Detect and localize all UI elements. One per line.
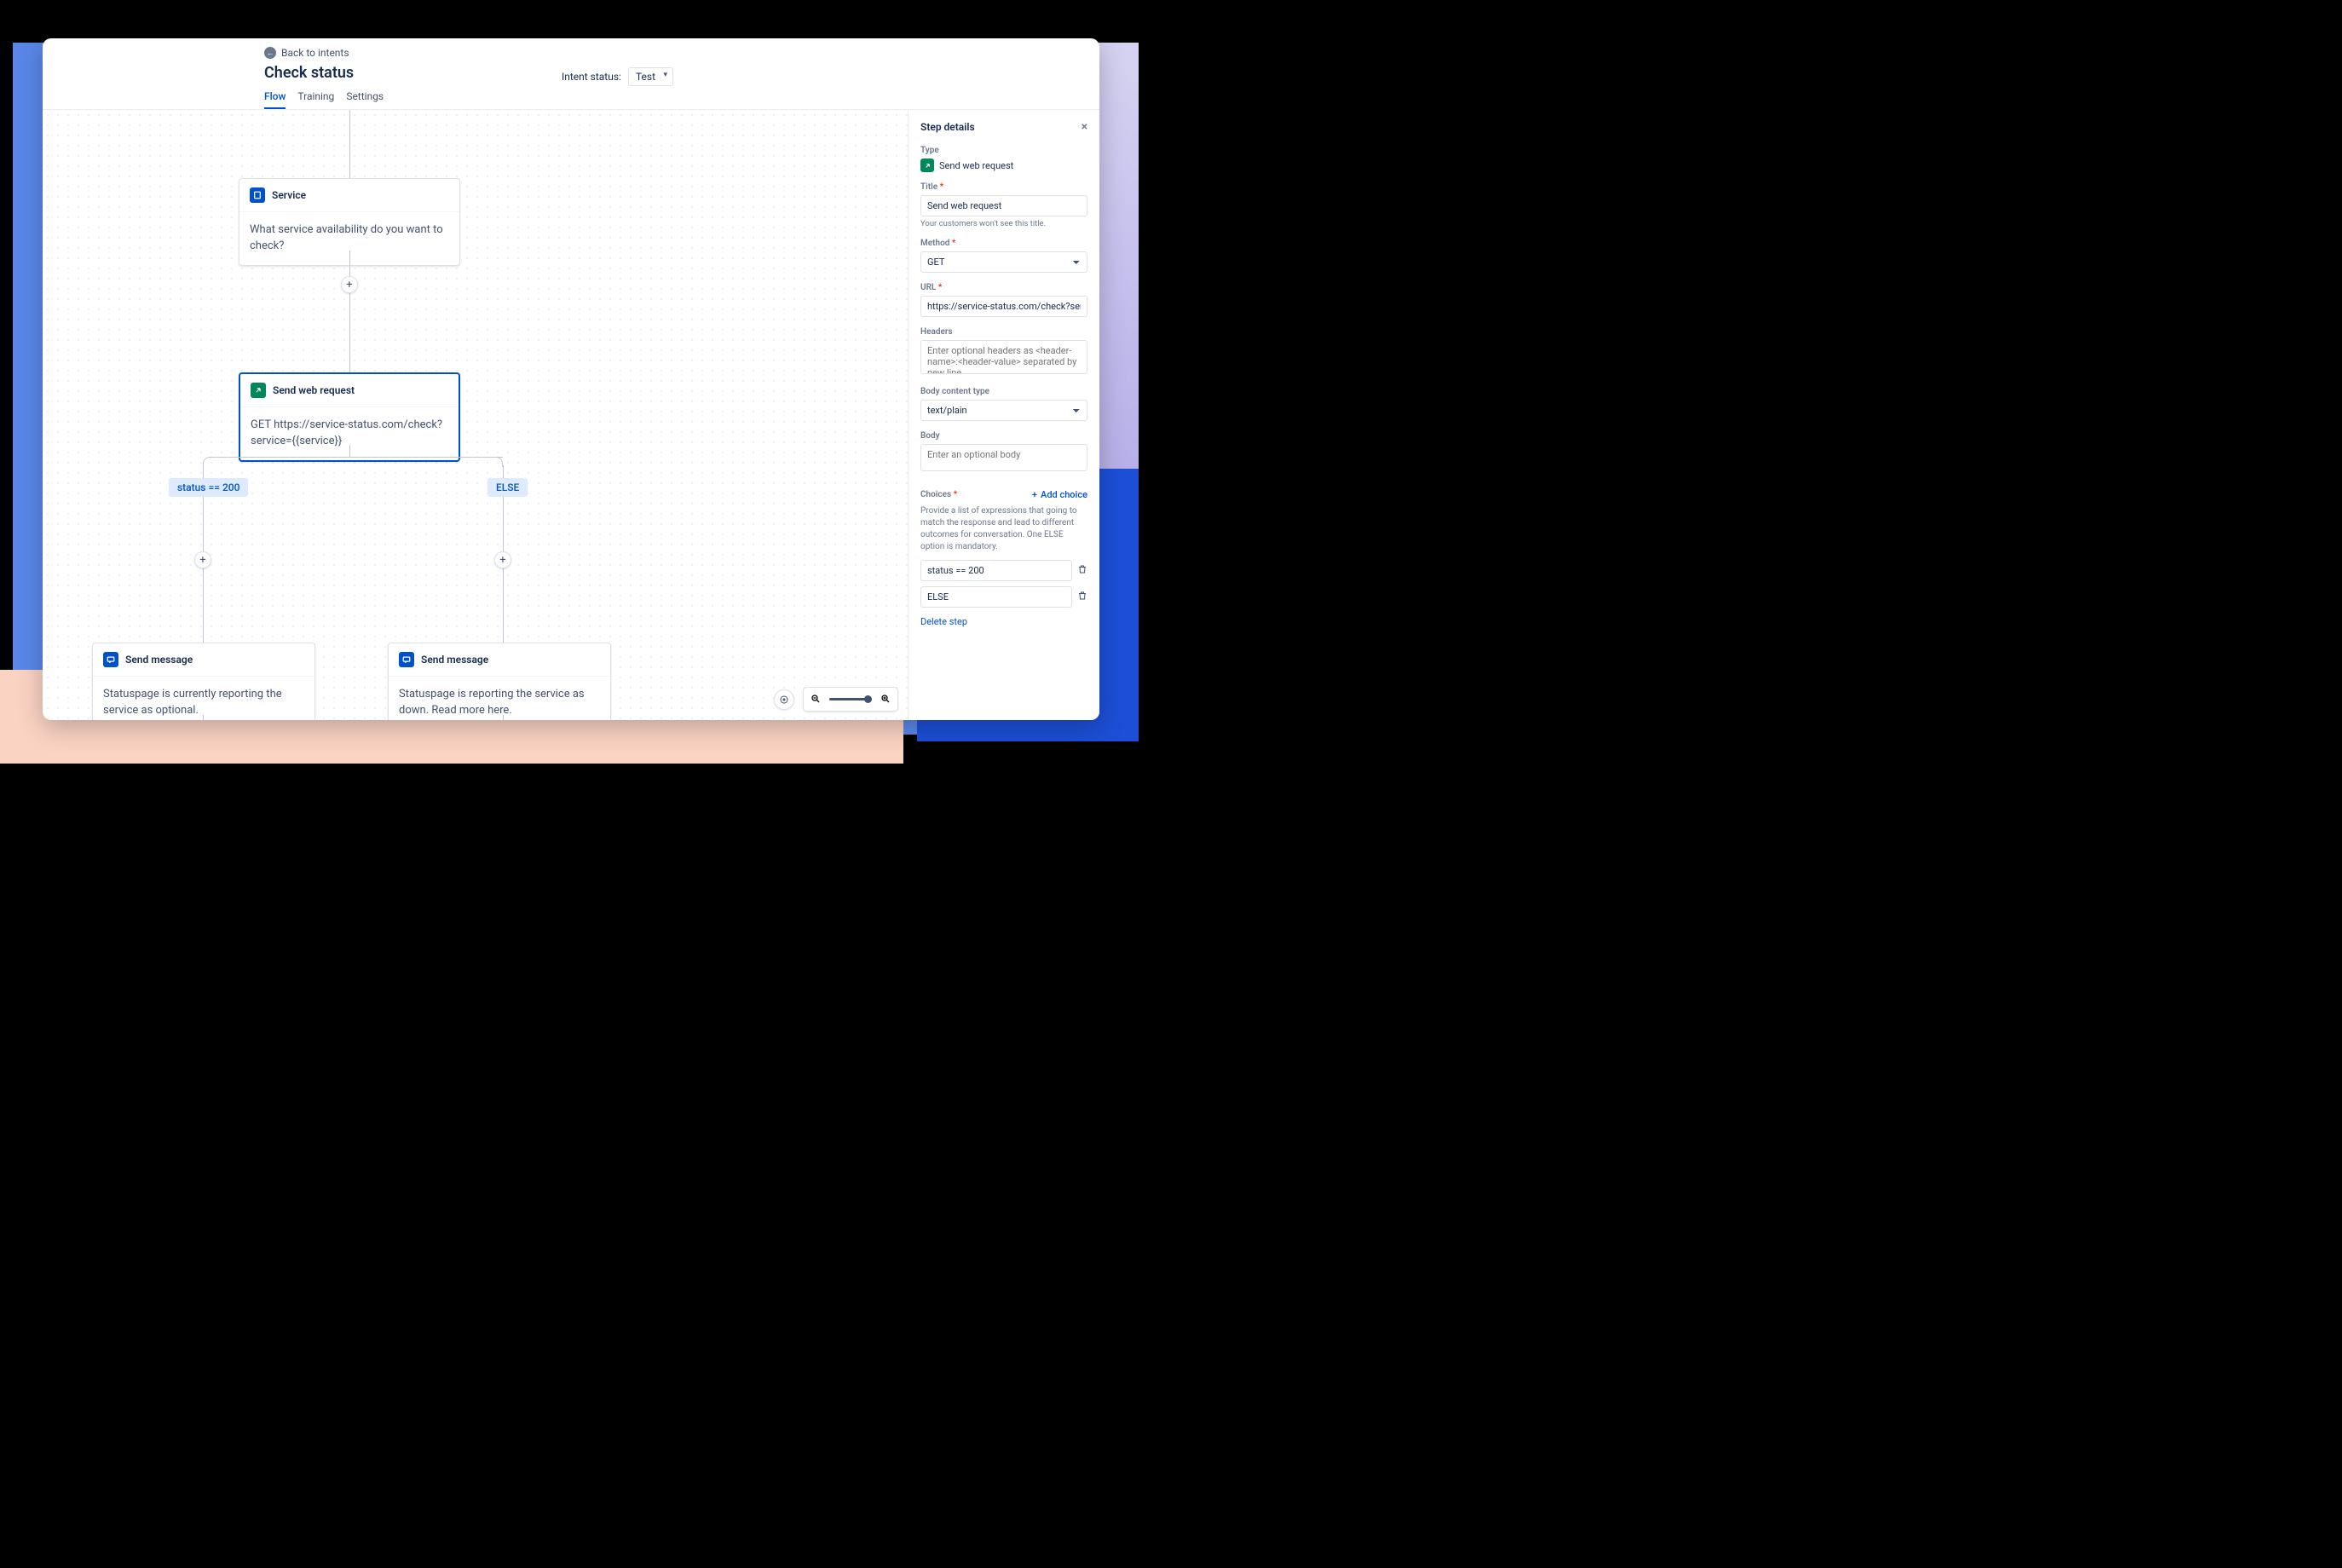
- node-title: Send message: [421, 654, 488, 666]
- branch-label-status[interactable]: status == 200: [169, 478, 248, 497]
- close-panel-button[interactable]: ×: [1082, 120, 1087, 134]
- connector: [203, 715, 204, 720]
- add-step-button[interactable]: +: [494, 551, 511, 568]
- field-label-choices: Choices: [920, 490, 957, 499]
- message-icon: [103, 652, 118, 667]
- connector: [213, 457, 503, 458]
- zoom-controls: [774, 687, 898, 712]
- app-window: ← Back to intents Check status Intent st…: [43, 38, 1099, 720]
- choice-input[interactable]: [920, 560, 1072, 581]
- field-label-headers: Headers: [920, 327, 1087, 337]
- branch-label-else[interactable]: ELSE: [487, 478, 528, 497]
- node-body: Statuspage is currently reporting the se…: [93, 677, 314, 720]
- intent-status-label: Intent status:: [562, 71, 621, 83]
- field-label-body: Body: [920, 431, 1087, 441]
- url-input[interactable]: [920, 296, 1087, 317]
- node-title: Send message: [125, 654, 193, 666]
- field-label-url: URL: [920, 283, 1087, 292]
- recenter-button[interactable]: [774, 689, 794, 710]
- tab-training[interactable]: Training: [297, 90, 334, 109]
- zoom-in-button[interactable]: [880, 691, 891, 707]
- page-title: Check status: [264, 64, 354, 82]
- connector: [349, 251, 350, 374]
- message-icon: [399, 652, 414, 667]
- web-request-icon: [251, 383, 266, 398]
- add-choice-button[interactable]: + Add choice: [1032, 489, 1087, 500]
- type-value: Send web request: [939, 160, 1013, 171]
- node-title: Service: [272, 189, 306, 201]
- page-header: ← Back to intents Check status Intent st…: [43, 38, 1099, 110]
- back-label: Back to intents: [281, 47, 349, 59]
- node-title: Send web request: [273, 384, 355, 396]
- node-body: Statuspage is reporting the service as d…: [389, 677, 610, 720]
- method-select[interactable]: GET: [920, 251, 1087, 273]
- headers-input[interactable]: [920, 340, 1087, 374]
- node-send-message-right[interactable]: Send message Statuspage is reporting the…: [388, 643, 611, 720]
- tabs: Flow Training Settings: [264, 90, 912, 109]
- panel-title: Step details: [920, 121, 975, 133]
- step-details-panel: Step details × Type Send web request Tit…: [908, 110, 1099, 720]
- web-request-icon: [920, 159, 934, 172]
- connector: [493, 457, 503, 467]
- connector: [503, 715, 504, 720]
- node-send-message-left[interactable]: Send message Statuspage is currently rep…: [92, 643, 315, 720]
- body-input[interactable]: [920, 444, 1087, 471]
- body-content-type-select[interactable]: text/plain: [920, 400, 1087, 421]
- delete-choice-button[interactable]: [1077, 564, 1087, 577]
- connector: [349, 110, 350, 178]
- tab-settings[interactable]: Settings: [346, 90, 384, 109]
- field-label-method: Method: [920, 239, 1087, 248]
- intent-status: Intent status: Test: [562, 67, 673, 86]
- field-label-title: Title: [920, 182, 1087, 192]
- add-step-button[interactable]: +: [341, 276, 358, 293]
- delete-choice-button[interactable]: [1077, 591, 1087, 603]
- intent-status-select[interactable]: Test: [628, 67, 673, 86]
- add-step-button[interactable]: +: [194, 551, 211, 568]
- flow-canvas[interactable]: Service What service availability do you…: [43, 110, 1099, 720]
- zoom-slider[interactable]: [829, 698, 872, 700]
- title-input[interactable]: [920, 195, 1087, 216]
- arrow-left-icon: ←: [264, 47, 276, 59]
- title-hint: Your customers won't see this title.: [920, 219, 1087, 228]
- choices-description: Provide a list of expressions that going…: [920, 505, 1087, 553]
- tab-flow[interactable]: Flow: [264, 90, 286, 109]
- plus-icon: +: [1032, 489, 1037, 500]
- field-label-type: Type: [920, 146, 1087, 155]
- bg-decor: [0, 0, 1139, 43]
- connector: [203, 457, 213, 467]
- connector: [349, 445, 350, 457]
- delete-step-link[interactable]: Delete step: [920, 616, 1087, 627]
- back-to-intents-link[interactable]: ← Back to intents: [264, 47, 912, 59]
- service-icon: [250, 187, 265, 203]
- choice-input[interactable]: [920, 586, 1072, 608]
- zoom-out-button[interactable]: [810, 691, 821, 707]
- field-label-body-content-type: Body content type: [920, 387, 1087, 396]
